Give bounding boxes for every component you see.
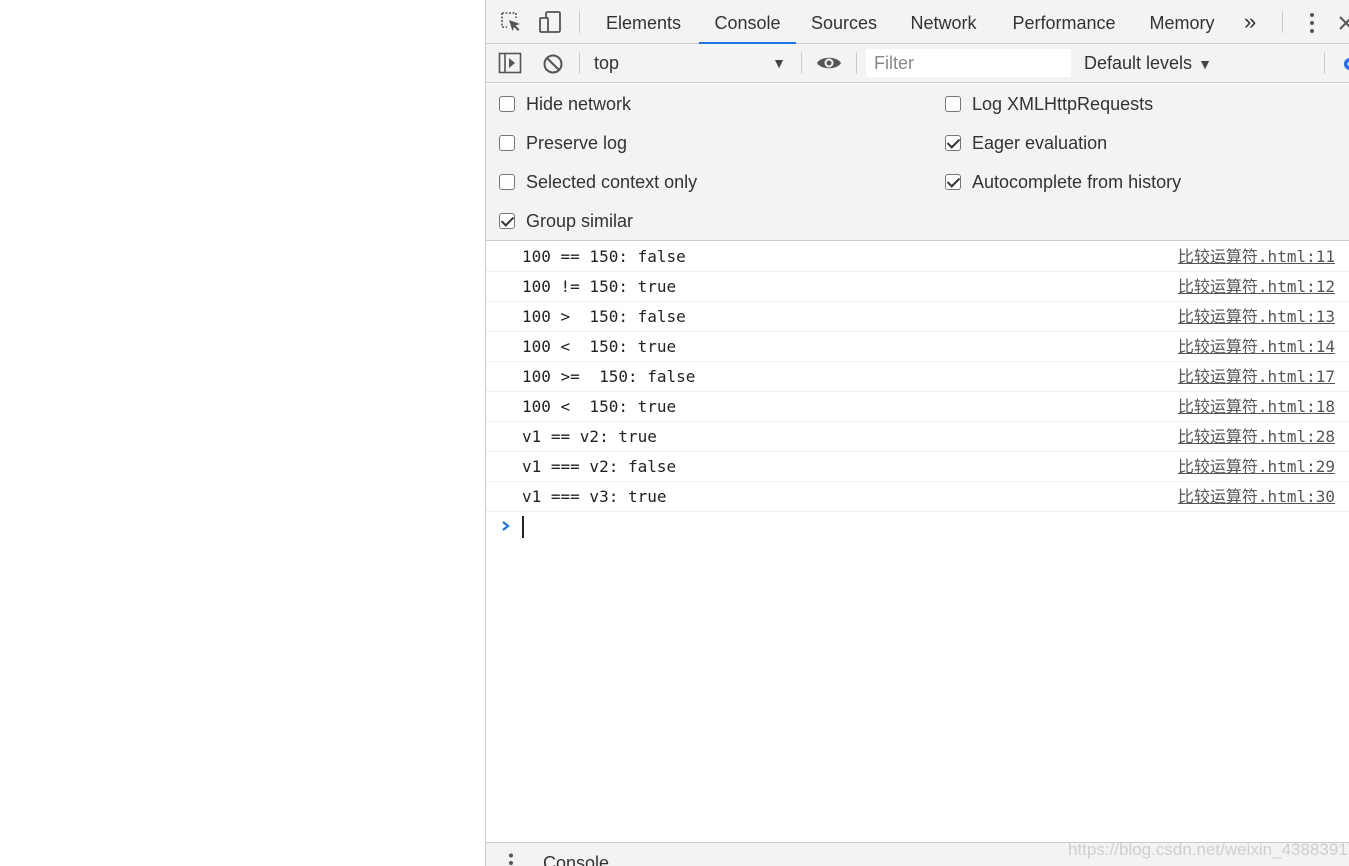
clear-console-icon[interactable] [542,53,564,75]
message-text: v1 == v2: true [522,427,657,446]
message-text: 100 >= 150: false [522,367,696,386]
devtools-panel: Elements Console Sources Network Perform… [485,0,1349,866]
filter-input[interactable] [866,49,1071,77]
console-message: v1 === v3: true 比较运算符.html:30 [486,482,1349,512]
console-sidebar-icon[interactable] [498,52,522,74]
setting-label: Log XMLHttpRequests [972,94,1154,114]
log-levels-value: Default levels [1084,53,1193,73]
console-toolbar: top ▼ Default levels ▼ [486,44,1349,83]
message-source-link[interactable]: 比较运算符.html:11 [1178,242,1335,272]
setting-label: Autocomplete from history [972,172,1182,192]
tab-elements[interactable]: Elements [596,0,691,43]
context-selector[interactable]: top ▼ [586,49,792,77]
inspect-element-icon[interactable] [499,10,523,34]
tab-sources[interactable]: Sources [804,0,884,43]
message-source-link[interactable]: 比较运算符.html:28 [1178,422,1335,452]
tab-console[interactable]: Console [699,0,796,44]
setting-label: Group similar [526,211,634,231]
console-message: 100 == 150: false 比较运算符.html:11 [486,242,1349,272]
console-settings-pane: Hide network Preserve log Selected conte… [486,84,1349,241]
toolbar-divider [801,52,802,74]
console-message: 100 < 150: true 比较运算符.html:18 [486,392,1349,422]
kebab-menu-icon[interactable] [1304,12,1320,34]
context-selector-value: top [594,53,620,73]
console-message: 100 != 150: true 比较运算符.html:12 [486,272,1349,302]
console-messages: 100 == 150: false 比较运算符.html:11 100 != 1… [486,242,1349,512]
console-message: 100 < 150: true 比较运算符.html:14 [486,332,1349,362]
eager-evaluation-checkbox[interactable] [945,135,961,151]
prompt-chevron-icon [502,521,510,531]
setting-label: Eager evaluation [972,133,1108,153]
group-similar-checkbox[interactable] [499,213,515,229]
log-xhr-checkbox[interactable] [945,96,961,112]
toolbar-divider [579,52,580,74]
toolbar-divider [579,11,580,33]
console-message: 100 >= 150: false 比较运算符.html:17 [486,362,1349,392]
drawer-menu-icon[interactable] [508,853,514,866]
setting-label: Preserve log [526,133,628,153]
setting-label: Selected context only [526,172,698,192]
message-source-link[interactable]: 比较运算符.html:14 [1178,332,1335,362]
message-text: 100 > 150: false [522,307,686,326]
message-text: 100 != 150: true [522,277,677,296]
console-message: v1 === v2: false 比较运算符.html:29 [486,452,1349,482]
console-message: 100 > 150: false 比较运算符.html:13 [486,302,1349,332]
message-source-link[interactable]: 比较运算符.html:29 [1178,452,1335,482]
more-tabs-icon[interactable]: » [1244,10,1264,34]
message-text: 100 < 150: true [522,397,677,416]
devtools-tabbar: Elements Console Sources Network Perform… [486,0,1349,44]
message-source-link[interactable]: 比较运算符.html:30 [1178,482,1335,512]
message-source-link[interactable]: 比较运算符.html:12 [1178,272,1335,302]
close-icon[interactable] [1338,13,1349,33]
drawer-tab-console[interactable]: Console [543,851,609,866]
message-text: 100 == 150: false [522,247,686,266]
message-source-link[interactable]: 比较运算符.html:13 [1178,302,1335,332]
autocomplete-history-checkbox[interactable] [945,174,961,190]
inspected-page-area [0,0,485,866]
devtools-drawer: Console https://blog.csdn.net/weixin_438… [486,840,1349,866]
console-prompt[interactable] [486,512,1349,542]
toolbar-divider [856,52,857,74]
message-source-link[interactable]: 比较运算符.html:17 [1178,362,1335,392]
tab-memory[interactable]: Memory [1142,0,1222,43]
setting-label: Hide network [526,94,632,114]
toolbar-divider [1282,11,1283,33]
console-message: v1 == v2: true 比较运算符.html:28 [486,422,1349,452]
message-text: v1 === v3: true [522,487,667,506]
preserve-log-checkbox[interactable] [499,135,515,151]
tab-network[interactable]: Network [901,0,986,43]
device-toolbar-icon[interactable] [538,10,562,34]
message-text: 100 < 150: true [522,337,677,356]
watermark: https://blog.csdn.net/weixin_43883917 [1068,840,1349,859]
selected-context-checkbox[interactable] [499,174,515,190]
text-cursor [522,516,524,538]
gear-icon[interactable] [1340,56,1349,72]
message-source-link[interactable]: 比较运算符.html:18 [1178,392,1335,422]
live-expression-eye-icon[interactable] [816,54,842,72]
caret-down-icon: ▼ [772,55,786,71]
tab-performance[interactable]: Performance [1008,0,1120,43]
message-text: v1 === v2: false [522,457,677,476]
toolbar-divider [1324,52,1325,74]
caret-down-icon: ▼ [1198,56,1212,72]
hide-network-checkbox[interactable] [499,96,515,112]
log-levels-dropdown[interactable]: Default levels ▼ [1084,49,1212,77]
